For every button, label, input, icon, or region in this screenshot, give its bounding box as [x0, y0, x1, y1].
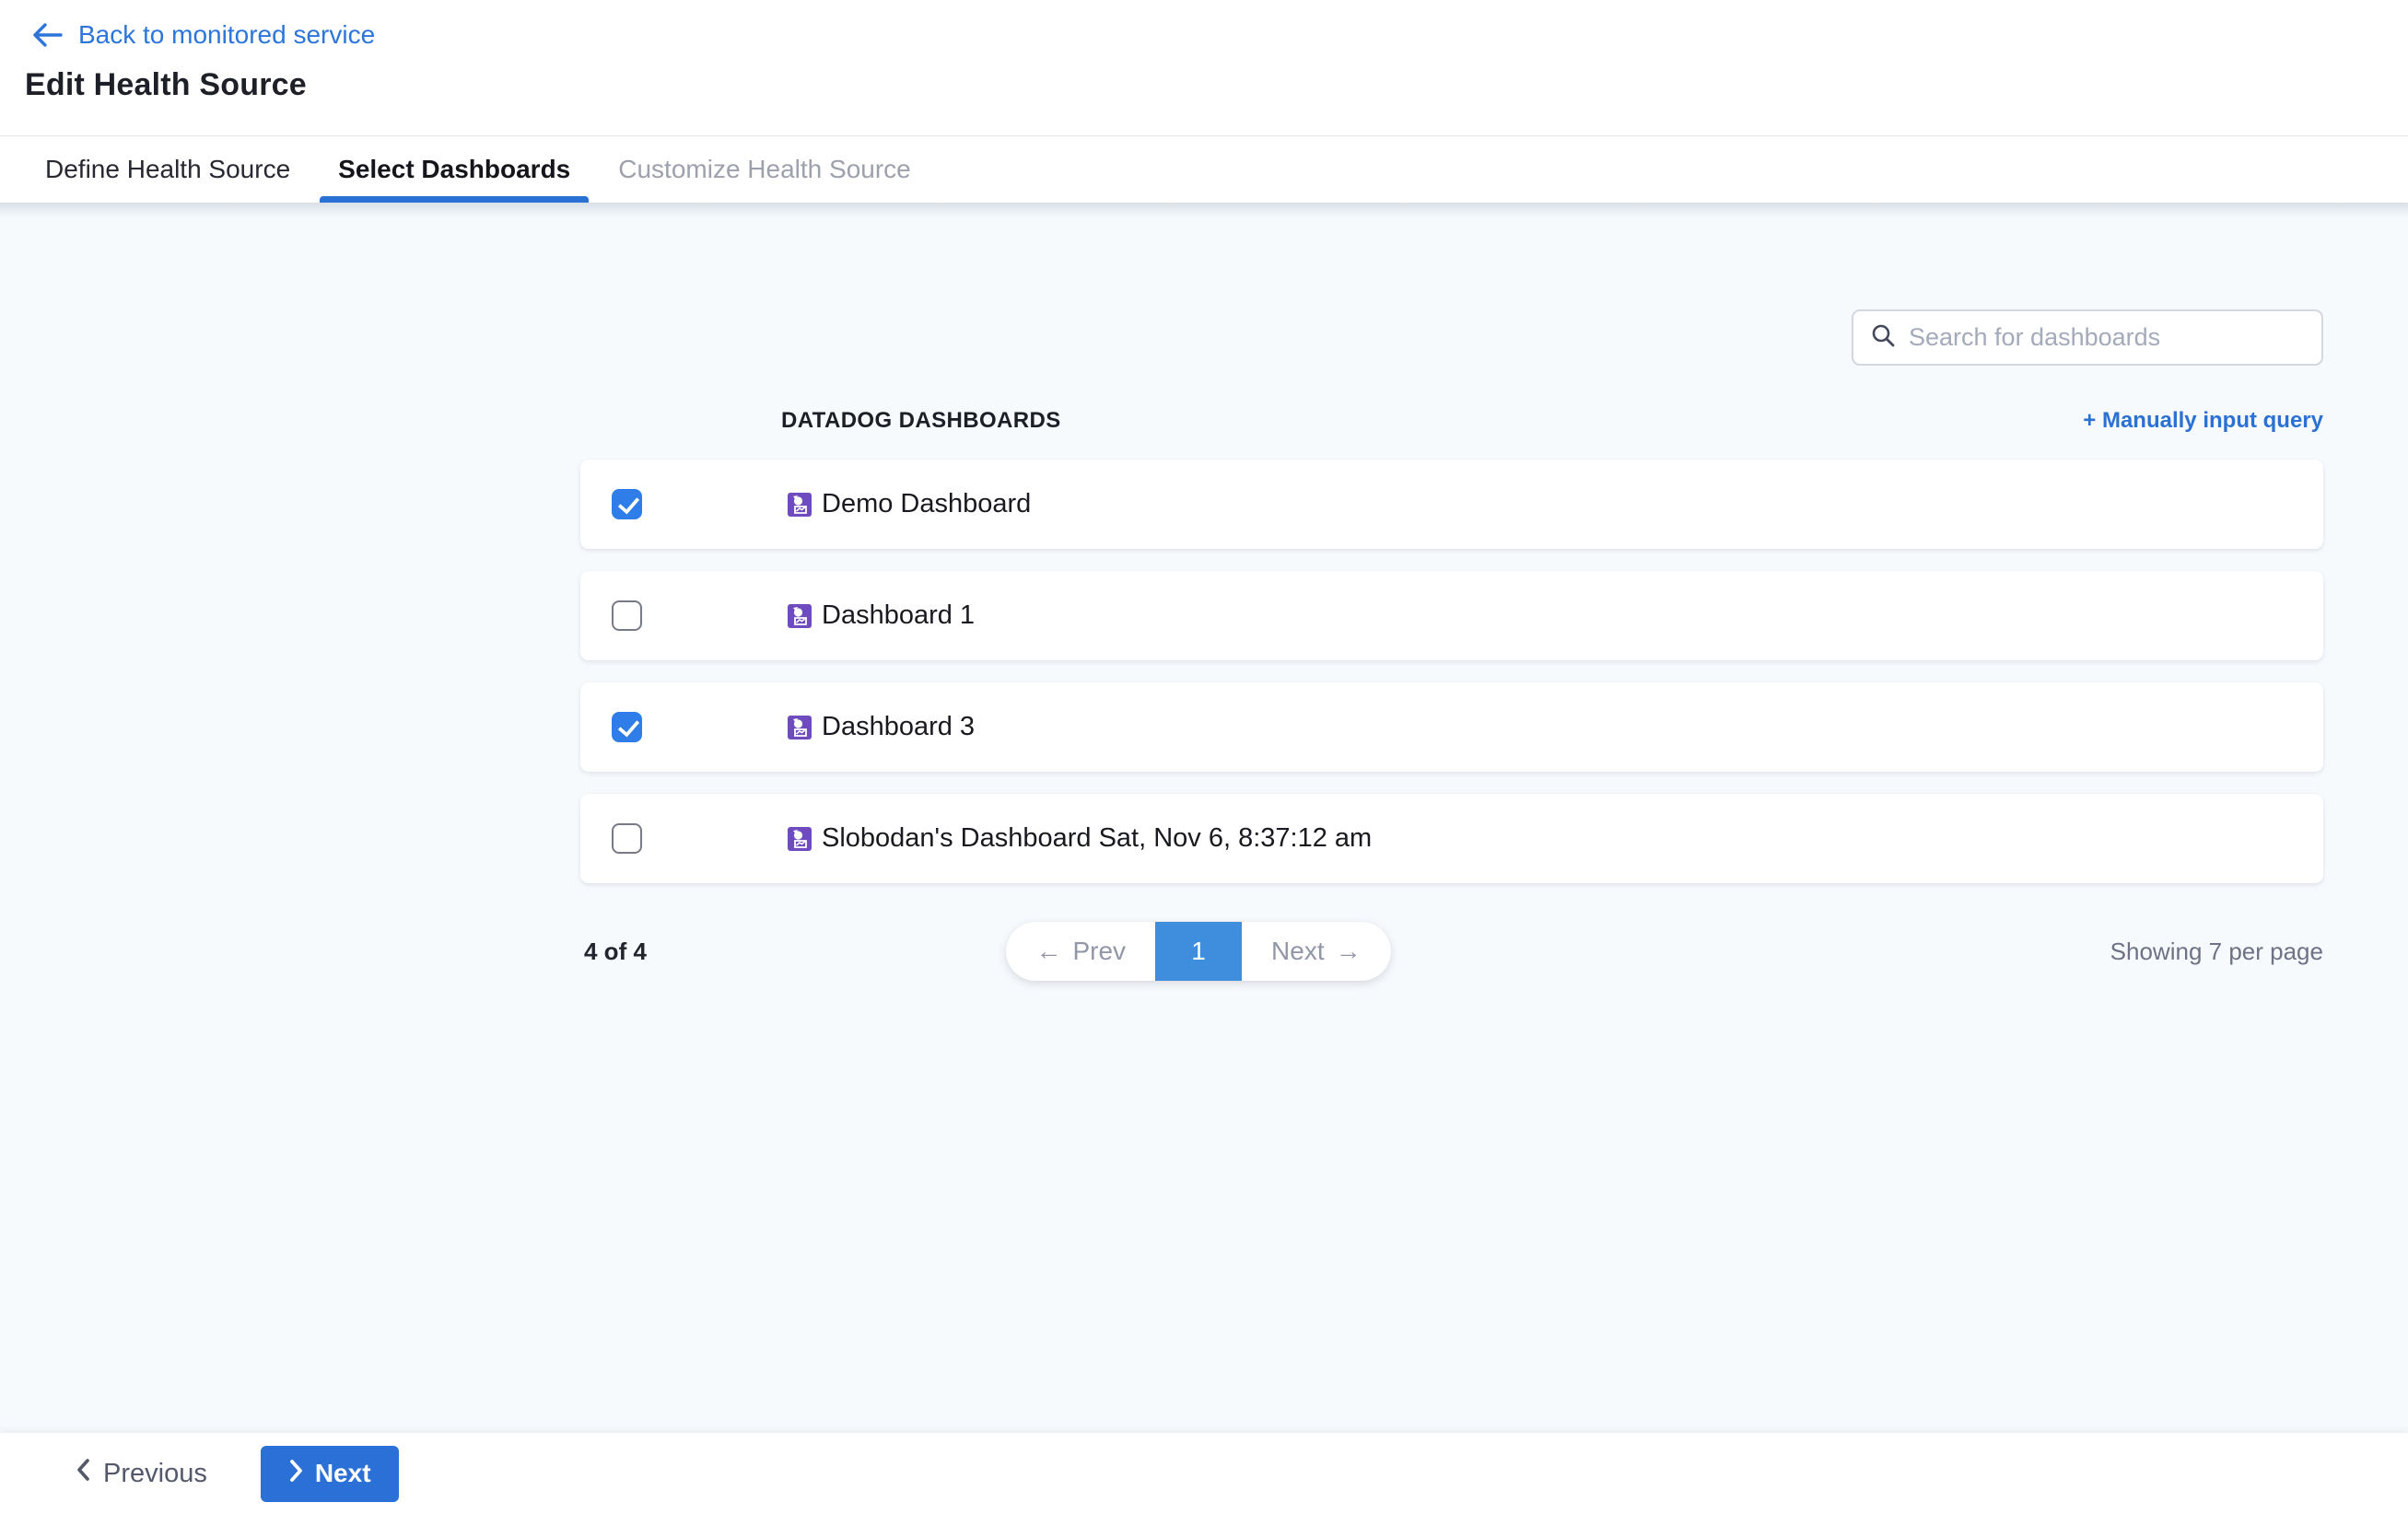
previous-button[interactable]: Previous	[76, 1458, 207, 1489]
checkbox-cell	[580, 712, 787, 742]
row-count-label: 4 of 4	[584, 938, 647, 966]
dashboard-row-dashboard-3[interactable]: Dashboard 3	[580, 682, 2323, 772]
list-header: DATADOG DASHBOARDS + Manually input quer…	[580, 408, 2323, 434]
search-row	[0, 309, 2323, 366]
pager-next-button[interactable]: Next →	[1242, 922, 1391, 981]
tab-label: Define Health Source	[45, 155, 290, 184]
content-area: DATADOG DASHBOARDS + Manually input quer…	[0, 203, 2408, 1433]
dashboard-searchbox[interactable]	[1852, 309, 2323, 366]
pager: ← Prev 1 Next →	[1006, 922, 1390, 981]
page-header: Back to monitored service Edit Health So…	[0, 0, 2408, 135]
right-arrow-icon: →	[1336, 937, 1362, 966]
previous-button-label: Previous	[103, 1459, 207, 1489]
row-checkbox[interactable]	[612, 600, 642, 631]
pager-next-label: Next	[1271, 937, 1325, 966]
dashboard-row-demo-dashboard[interactable]: Demo Dashboard	[580, 460, 2323, 549]
dashboard-name: Dashboard 3	[822, 712, 975, 742]
checkbox-cell	[580, 600, 787, 631]
dashboard-name: Slobodan's Dashboard Sat, Nov 6, 8:37:12…	[822, 823, 1372, 854]
tab-label: Customize Health Source	[618, 155, 910, 184]
datadog-icon	[787, 826, 812, 852]
tab-select-dashboards[interactable]: Select Dashboards	[338, 136, 570, 203]
dashboard-row-dashboard-1[interactable]: Dashboard 1	[580, 571, 2323, 660]
next-button[interactable]: Next	[261, 1446, 399, 1502]
tab-label: Select Dashboards	[338, 155, 570, 184]
back-link-label: Back to monitored service	[78, 20, 375, 50]
wizard-tabbar: Define Health Source Select Dashboards C…	[0, 135, 2408, 203]
datadog-icon	[787, 603, 812, 629]
tab-customize-health-source[interactable]: Customize Health Source	[618, 136, 910, 203]
search-icon	[1870, 322, 1896, 353]
dashboard-name: Dashboard 1	[822, 600, 975, 631]
checkbox-cell	[580, 823, 787, 854]
next-button-label: Next	[315, 1459, 371, 1488]
left-arrow-icon: ←	[1035, 937, 1061, 966]
chevron-right-icon	[288, 1459, 303, 1489]
pager-prev-label: Prev	[1072, 937, 1126, 966]
back-to-monitored-service-link[interactable]: Back to monitored service	[25, 20, 375, 50]
pager-prev-button[interactable]: ← Prev	[1006, 922, 1155, 981]
dashboard-list: DATADOG DASHBOARDS + Manually input quer…	[580, 408, 2323, 981]
row-checkbox[interactable]	[612, 489, 642, 519]
back-arrow-icon	[30, 22, 64, 48]
pager-page-1-button[interactable]: 1	[1155, 922, 1242, 981]
per-page-label: Showing 7 per page	[2110, 938, 2323, 966]
row-checkbox[interactable]	[612, 823, 642, 854]
dashboard-name: Demo Dashboard	[822, 489, 1031, 519]
wizard-footer: Previous Next	[0, 1433, 2408, 1514]
column-header-datadog-dashboards: DATADOG DASHBOARDS	[781, 408, 1061, 434]
pagination-row: 4 of 4 ← Prev 1 Next → Showing 7 per pag…	[580, 922, 2323, 981]
manually-input-query-link[interactable]: + Manually input query	[2083, 408, 2323, 434]
datadog-icon	[787, 492, 812, 518]
row-checkbox[interactable]	[612, 712, 642, 742]
edit-health-source-page: Back to monitored service Edit Health So…	[0, 0, 2408, 1514]
datadog-icon	[787, 715, 812, 740]
dashboard-row-slobodans-dashboard[interactable]: Slobodan's Dashboard Sat, Nov 6, 8:37:12…	[580, 794, 2323, 883]
page-title: Edit Health Source	[25, 67, 2383, 103]
search-input[interactable]	[1909, 323, 2307, 352]
chevron-left-icon	[76, 1458, 90, 1489]
checkbox-cell	[580, 489, 787, 519]
tab-define-health-source[interactable]: Define Health Source	[45, 136, 290, 203]
